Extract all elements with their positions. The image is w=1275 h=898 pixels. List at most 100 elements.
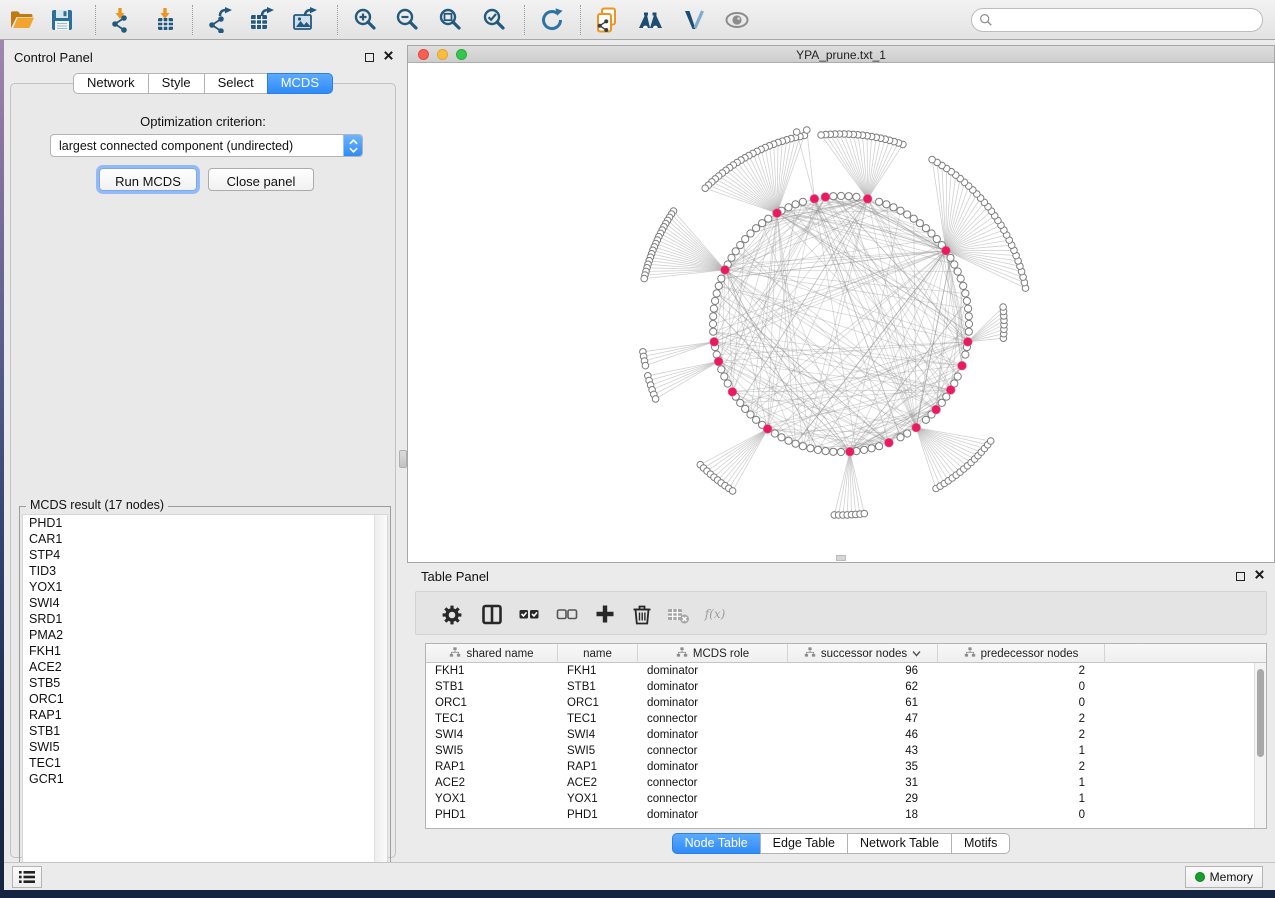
cell-name[interactable]: RAP1 — [558, 759, 638, 775]
toggle-columns-icon[interactable] — [480, 602, 504, 626]
cell-successor_nodes[interactable]: 61 — [788, 695, 938, 711]
deselect-all-icon[interactable] — [555, 602, 579, 626]
mcds-result-item[interactable]: TEC1 — [23, 755, 387, 771]
mcds-result-item[interactable]: GCR1 — [23, 771, 387, 787]
cell-mcds_role[interactable]: connector — [638, 775, 788, 791]
mcds-result-item[interactable]: RAP1 — [23, 707, 387, 723]
export-table-icon[interactable] — [249, 7, 275, 33]
cell-mcds_role[interactable]: dominator — [638, 663, 788, 679]
delete-column-icon[interactable] — [630, 602, 654, 626]
mcds-result-item[interactable]: SWI5 — [23, 739, 387, 755]
mcds-result-item[interactable]: YOX1 — [23, 579, 387, 595]
vizmapper-icon[interactable] — [681, 7, 707, 33]
search-box[interactable] — [971, 8, 1263, 32]
cell-predecessor_nodes[interactable]: 2 — [938, 663, 1105, 679]
refresh-layout-icon[interactable] — [539, 7, 565, 33]
mcds-result-item[interactable]: PMA2 — [23, 627, 387, 643]
cell-successor_nodes[interactable]: 47 — [788, 711, 938, 727]
tab-motifs[interactable]: Motifs — [951, 833, 1010, 854]
cell-predecessor_nodes[interactable]: 2 — [938, 727, 1105, 743]
table-row[interactable]: SWI4SWI4dominator462 — [426, 727, 1254, 743]
cell-name[interactable]: SWI4 — [558, 727, 638, 743]
tab-style[interactable]: Style — [148, 73, 205, 94]
table-panel-close-button[interactable] — [1254, 567, 1265, 585]
tab-mcds[interactable]: MCDS — [267, 73, 333, 94]
network-canvas[interactable] — [408, 63, 1274, 562]
mcds-result-item[interactable]: ACE2 — [23, 659, 387, 675]
cell-shared_name[interactable]: ACE2 — [426, 775, 558, 791]
cell-predecessor_nodes[interactable]: 0 — [938, 679, 1105, 695]
memory-button[interactable]: Memory — [1185, 866, 1263, 888]
table-scrollbar-thumb[interactable] — [1257, 669, 1264, 757]
control-panel-float-button[interactable] — [365, 53, 374, 62]
mcds-result-item[interactable]: STP4 — [23, 547, 387, 563]
cell-shared_name[interactable]: YOX1 — [426, 791, 558, 807]
select-all-icon[interactable] — [517, 602, 541, 626]
show-panels-button[interactable] — [12, 866, 42, 888]
network-window-titlebar[interactable]: YPA_prune.txt_1 — [408, 46, 1274, 63]
cell-successor_nodes[interactable]: 43 — [788, 743, 938, 759]
column-header-successor-nodes[interactable]: successor nodes — [788, 644, 938, 663]
node-table[interactable]: shared namenameMCDS rolesuccessor nodesp… — [425, 643, 1267, 829]
table-row[interactable]: ORC1ORC1dominator610 — [426, 695, 1254, 711]
cell-mcds_role[interactable]: connector — [638, 791, 788, 807]
run-mcds-button[interactable]: Run MCDS — [99, 168, 197, 191]
cell-predecessor_nodes[interactable]: 2 — [938, 759, 1105, 775]
mcds-result-item[interactable]: STB5 — [23, 675, 387, 691]
mcds-result-item[interactable]: FKH1 — [23, 643, 387, 659]
cell-successor_nodes[interactable]: 35 — [788, 759, 938, 775]
tab-network[interactable]: Network — [73, 73, 149, 94]
settings-gear-icon[interactable] — [440, 602, 464, 626]
search-input[interactable] — [993, 11, 1262, 29]
cell-name[interactable]: ORC1 — [558, 695, 638, 711]
table-row[interactable]: RAP1RAP1dominator352 — [426, 759, 1254, 775]
save-icon[interactable] — [49, 7, 75, 33]
mcds-result-item[interactable]: STB1 — [23, 723, 387, 739]
mcds-result-item[interactable]: SRD1 — [23, 611, 387, 627]
table-row[interactable]: YOX1YOX1connector291 — [426, 791, 1254, 807]
table-row[interactable]: TEC1TEC1connector472 — [426, 711, 1254, 727]
mcds-result-list[interactable]: PHD1CAR1STP4TID3YOX1SWI4SRD1PMA2FKH1ACE2… — [22, 514, 388, 874]
column-header-shared-name[interactable]: shared name — [426, 644, 558, 663]
cell-shared_name[interactable]: FKH1 — [426, 663, 558, 679]
cell-mcds_role[interactable]: connector — [638, 743, 788, 759]
tab-select[interactable]: Select — [204, 73, 268, 94]
export-image-icon[interactable] — [292, 7, 318, 33]
column-header-name[interactable]: name — [558, 644, 638, 663]
cell-successor_nodes[interactable]: 96 — [788, 663, 938, 679]
column-header-MCDS-role[interactable]: MCDS role — [638, 644, 788, 663]
cell-name[interactable]: STB1 — [558, 679, 638, 695]
cell-predecessor_nodes[interactable]: 1 — [938, 743, 1105, 759]
horizontal-splitter-handle[interactable] — [836, 555, 846, 561]
cell-predecessor_nodes[interactable]: 1 — [938, 791, 1105, 807]
table-row[interactable]: ACE2ACE2connector311 — [426, 775, 1254, 791]
table-row[interactable]: SWI5SWI5connector431 — [426, 743, 1254, 759]
cell-mcds_role[interactable]: dominator — [638, 679, 788, 695]
column-header-predecessor-nodes[interactable]: predecessor nodes — [938, 644, 1105, 663]
cell-successor_nodes[interactable]: 62 — [788, 679, 938, 695]
mcds-result-item[interactable]: TID3 — [23, 563, 387, 579]
table-panel-float-button[interactable] — [1236, 572, 1245, 581]
cell-successor_nodes[interactable]: 31 — [788, 775, 938, 791]
cell-shared_name[interactable]: RAP1 — [426, 759, 558, 775]
vertical-splitter-handle[interactable] — [399, 450, 407, 468]
cell-successor_nodes[interactable]: 46 — [788, 727, 938, 743]
mcds-result-scrollbar[interactable] — [374, 515, 387, 873]
optimization-criterion-dropdown[interactable]: largest connected component (undirected) — [50, 134, 363, 157]
tab-network-table[interactable]: Network Table — [847, 833, 952, 854]
cell-name[interactable]: SWI5 — [558, 743, 638, 759]
cell-name[interactable]: YOX1 — [558, 791, 638, 807]
tab-node-table[interactable]: Node Table — [672, 833, 761, 854]
cell-successor_nodes[interactable]: 29 — [788, 791, 938, 807]
cell-successor_nodes[interactable]: 18 — [788, 807, 938, 823]
import-network-icon[interactable] — [107, 7, 133, 33]
export-network-icon[interactable] — [207, 7, 233, 33]
zoom-selected-icon[interactable] — [481, 7, 507, 33]
import-table-icon[interactable] — [152, 7, 178, 33]
cell-shared_name[interactable]: SWI4 — [426, 727, 558, 743]
cell-name[interactable]: PHD1 — [558, 807, 638, 823]
mcds-result-item[interactable]: CAR1 — [23, 531, 387, 547]
table-scrollbar[interactable] — [1254, 663, 1266, 828]
table-row[interactable]: STB1STB1dominator620 — [426, 679, 1254, 695]
control-panel-close-button[interactable] — [383, 48, 394, 66]
